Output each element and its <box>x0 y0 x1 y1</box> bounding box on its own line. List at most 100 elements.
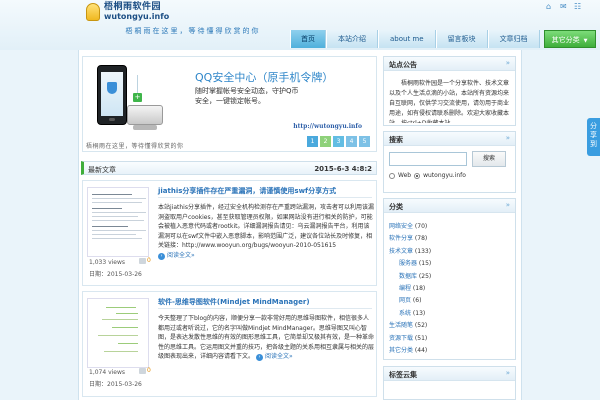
banner-pager: 1 2 3 4 5 <box>307 136 370 147</box>
tags-title: 标签云集 <box>389 371 417 379</box>
category-item[interactable]: 数据库 (25) <box>399 271 431 280</box>
search-panel: 搜索 » 搜索 Web wutongyu.info <box>383 131 516 193</box>
category-count: (78) <box>413 235 428 243</box>
logo-title: 梧桐雨软件园 <box>104 2 162 12</box>
main-nav: 首页 本站介绍 about me 留言板块 文章归档 其它分类 ▼ <box>290 30 596 48</box>
category-item[interactable]: 编程 (18) <box>399 283 425 292</box>
search-input[interactable] <box>389 152 467 166</box>
category-item[interactable]: 其它分类 (44) <box>389 345 427 354</box>
home-icon[interactable]: ⌂ <box>546 3 554 11</box>
mail-icon[interactable]: ✉ <box>560 3 568 11</box>
nav-item-home[interactable]: 首页 <box>290 30 326 48</box>
banner-dot-3[interactable]: 3 <box>333 136 344 147</box>
banner-dot-2[interactable]: 2 <box>320 136 331 147</box>
category-name[interactable]: 技术文章 <box>389 248 413 255</box>
tags-panel: 标签云集 » <box>383 366 516 400</box>
comment-icon <box>139 258 146 264</box>
post-card: 1,033 views 日期：2015-03-26 0 jiathis分享插件存… <box>82 180 377 286</box>
nav-item-archive[interactable]: 文章归档 <box>487 30 540 48</box>
radio-site[interactable] <box>414 172 421 179</box>
radio-web[interactable] <box>389 172 395 179</box>
category-count: (44) <box>413 347 428 354</box>
banner-dot-1[interactable]: 1 <box>307 136 318 147</box>
token-device-image <box>127 105 163 125</box>
category-count: (18) <box>411 285 426 292</box>
category-name[interactable]: 资源下载 <box>389 335 413 342</box>
post-thumbnail[interactable] <box>87 187 149 257</box>
logo-domain: wutongyu.info <box>104 12 170 21</box>
comment-count[interactable]: 0 <box>139 257 151 267</box>
banner-title[interactable]: QQ安全中心（原手机令牌） <box>195 69 333 85</box>
post-title[interactable]: jiathis分享插件存在严重漏洞，请谨慎使用swf分享方式 <box>158 186 336 196</box>
site-slogan: 梧桐雨在这里，等待懂得欣赏的你 <box>125 27 261 35</box>
feature-banner[interactable]: + QQ安全中心（原手机令牌） 随时掌握帐号安全动态，守护Q币安全，一键锁定帐号… <box>82 56 377 152</box>
phone-image <box>97 65 127 125</box>
header: 梧桐雨软件园 wutongyu.info 梧桐雨在这里，等待懂得欣赏的你 ⌂ ✉… <box>0 0 600 50</box>
collapse-icon[interactable]: » <box>506 201 510 209</box>
category-count: (51) <box>413 334 428 342</box>
category-item[interactable]: 技术文章 (133) <box>389 246 431 255</box>
category-count: (70) <box>413 223 428 230</box>
post-thumbnail[interactable] <box>87 298 149 368</box>
read-more-link[interactable]: › 阅读全文» <box>158 252 195 260</box>
category-name[interactable]: 服务器 <box>399 260 417 267</box>
plus-icon: + <box>133 93 142 102</box>
category-item[interactable]: 软件分享 (78) <box>389 233 427 242</box>
logo-icon <box>86 3 100 21</box>
post-date: 日期：2015-03-26 <box>89 271 142 278</box>
notice-title: 站点公告 <box>389 61 417 69</box>
top-icon-bar: ⌂ ✉ ☷ <box>546 3 582 11</box>
banner-caption: 梧桐雨在这里，等待懂得欣赏的你 <box>86 143 184 150</box>
category-name[interactable]: 其它分类 <box>389 347 413 354</box>
collapse-icon[interactable]: » <box>506 369 510 377</box>
banner-dot-4[interactable]: 4 <box>346 136 357 147</box>
post-excerpt: 今天整理了下blog的内容，顺便分享一款非常好用的思维导图软件，相信很多人都用过… <box>158 315 375 361</box>
post-views: 1,074 views <box>89 369 126 376</box>
current-date: 2015-6-3 4:8:2 <box>314 165 372 173</box>
notice-text: 梧桐雨软件园是一个分享软件、技术文章以及个人生活点滴的小站，本站所有资源均来自互… <box>389 80 510 123</box>
category-title: 分类 <box>389 203 403 211</box>
category-name[interactable]: 软件分享 <box>389 235 413 242</box>
category-count: (133) <box>413 247 432 255</box>
nav-item-guestbook[interactable]: 留言板块 <box>435 30 488 48</box>
share-tab[interactable]: 分享到 <box>587 118 600 156</box>
nav-dropdown-other[interactable]: 其它分类 ▼ <box>543 30 596 48</box>
category-name[interactable]: 生活随笔 <box>389 322 413 329</box>
banner-description: 随时掌握帐号安全动态，守护Q币安全，一键锁定帐号。 <box>195 87 299 105</box>
comment-icon <box>139 368 146 374</box>
category-name[interactable]: 系统 <box>399 310 411 317</box>
category-item[interactable]: 服务器 (15) <box>399 258 431 267</box>
category-name[interactable]: 网络安全 <box>389 223 413 230</box>
category-panel: 分类 » 网络安全 (70) 软件分享 (78) 技术文章 (133) 服务器 (15… <box>383 198 516 360</box>
read-more-link[interactable]: › 阅读全文» <box>255 353 293 361</box>
banner-url[interactable]: http://wutongyu.info <box>293 123 362 130</box>
category-item[interactable]: 资源下载 (51) <box>389 333 427 342</box>
post-card: 1,074 views 日期：2015-03-26 0 软件-思维导图软件(Mi… <box>82 291 377 397</box>
search-scope: Web wutongyu.info <box>389 172 466 179</box>
category-name[interactable]: 编程 <box>399 285 411 292</box>
search-title: 搜索 <box>389 136 403 144</box>
category-count: (25) <box>417 272 432 280</box>
search-button[interactable]: 搜索 <box>472 151 506 167</box>
sitemap-icon[interactable]: ☷ <box>574 3 582 11</box>
post-title[interactable]: 软件-思维导图软件(Mindjet MindManager) <box>158 297 310 307</box>
category-count: (6) <box>411 297 422 305</box>
collapse-icon[interactable]: » <box>506 134 510 142</box>
arrow-right-icon: › <box>158 252 165 260</box>
banner-dot-5[interactable]: 5 <box>359 136 370 147</box>
category-name[interactable]: 网页 <box>399 297 411 304</box>
category-item[interactable]: 网络安全 (70) <box>389 221 427 230</box>
category-name[interactable]: 数据库 <box>399 273 417 280</box>
nav-item-about-me[interactable]: about me <box>378 30 436 48</box>
latest-posts-header: 最新文章 2015-6-3 4:8:2 <box>81 161 377 175</box>
collapse-icon[interactable]: » <box>506 59 510 67</box>
post-date: 日期：2015-03-26 <box>89 381 142 388</box>
notice-panel: 站点公告 » 梧桐雨软件园是一个分享软件、技术文章以及个人生活点滴的小站，本站所… <box>383 56 516 126</box>
category-item[interactable]: 网页 (6) <box>399 295 421 304</box>
category-item[interactable]: 系统 (13) <box>399 308 425 317</box>
comment-count[interactable]: 0 <box>139 367 151 377</box>
nav-item-about-site[interactable]: 本站介绍 <box>326 30 378 48</box>
site-logo[interactable]: 梧桐雨软件园 wutongyu.info <box>86 3 169 21</box>
category-item[interactable]: 生活随笔 (52) <box>389 320 427 329</box>
latest-posts-title: 最新文章 <box>88 166 116 174</box>
